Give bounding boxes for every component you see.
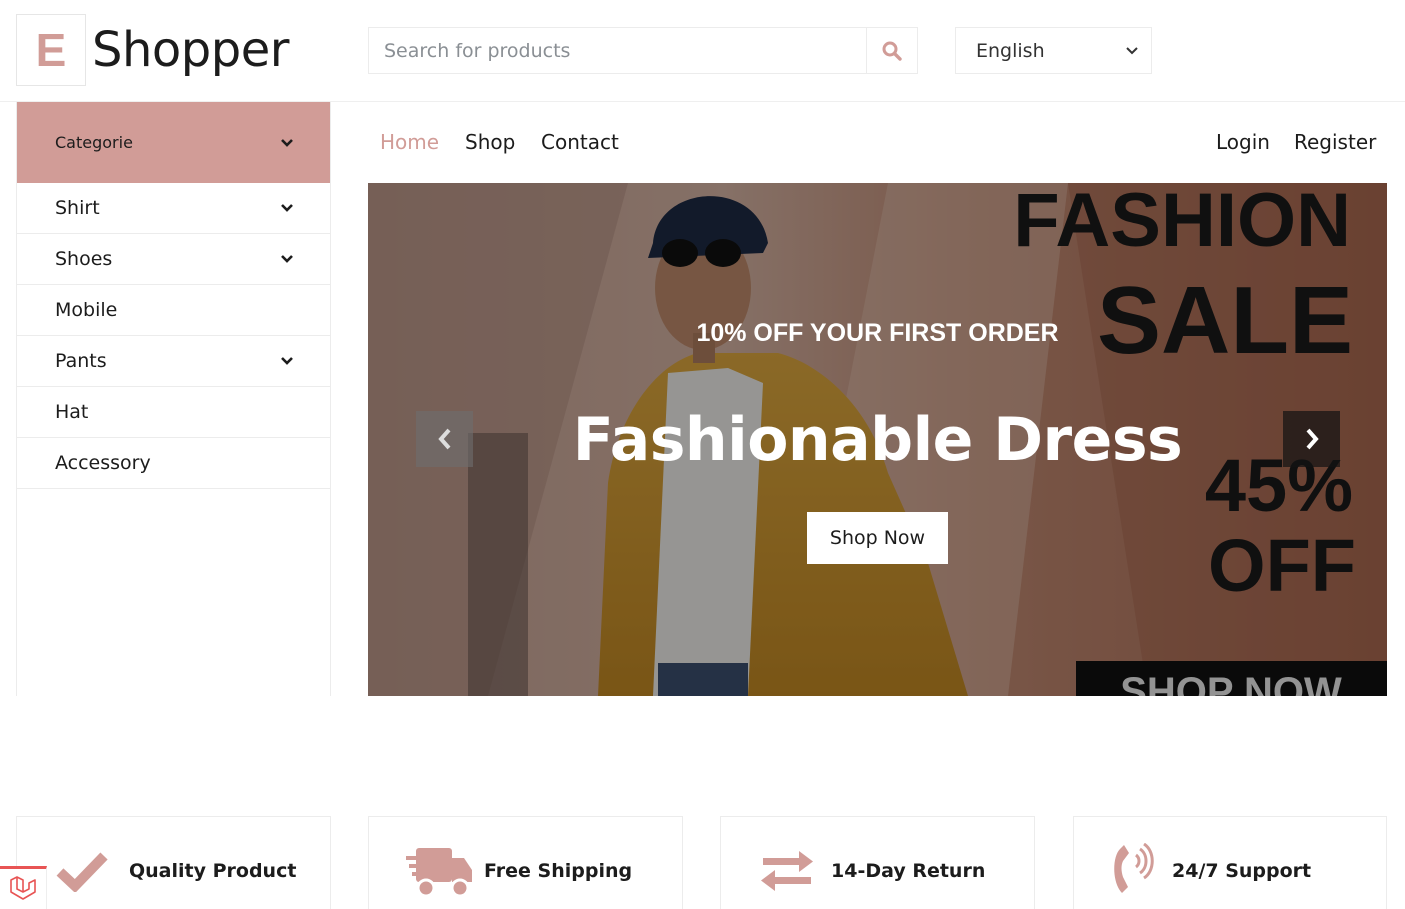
chevron-down-icon — [281, 357, 293, 365]
category-item-shoes[interactable]: Shoes — [17, 234, 330, 285]
category-item-label: Shoes — [55, 248, 113, 270]
chevron-down-icon — [1126, 46, 1138, 54]
logo-letter: E — [35, 24, 67, 76]
feature-shipping: Free Shipping — [368, 816, 683, 909]
hero-caption: 10% OFF YOUR FIRST ORDER Fashionable Dre… — [368, 183, 1387, 696]
category-item-hat[interactable]: Hat — [17, 387, 330, 438]
search-button[interactable] — [866, 28, 917, 73]
feature-label: Quality Product — [129, 860, 297, 882]
chevron-down-icon — [281, 204, 293, 212]
category-item-accessory[interactable]: Accessory — [17, 438, 330, 489]
category-item-mobile[interactable]: Mobile — [17, 285, 330, 336]
category-item-label: Shirt — [55, 197, 100, 219]
search-input[interactable] — [369, 28, 866, 73]
carousel-prev-button[interactable] — [416, 411, 473, 467]
language-select[interactable]: English — [955, 27, 1152, 74]
laravel-badge[interactable] — [0, 866, 47, 909]
chevron-down-icon — [281, 255, 293, 263]
category-toggle[interactable]: Categorie — [17, 102, 330, 183]
hero-title: Fashionable Dress — [572, 405, 1183, 475]
phone-volume-icon — [1114, 843, 1154, 893]
check-icon — [56, 852, 108, 892]
chevron-down-icon — [281, 138, 293, 147]
category-item-label: Hat — [55, 401, 89, 423]
category-sidebar: Categorie Shirt Shoes Mobile Pants Hat A… — [16, 102, 331, 696]
site-logo[interactable]: E Shopper — [16, 14, 289, 86]
feature-label: 14-Day Return — [831, 860, 986, 882]
category-item-pants[interactable]: Pants — [17, 336, 330, 387]
feature-support: 24/7 Support — [1073, 816, 1387, 909]
nav-login[interactable]: Login — [1216, 130, 1270, 154]
category-item-label: Pants — [55, 350, 107, 372]
feature-label: 24/7 Support — [1172, 860, 1312, 882]
laravel-icon — [10, 876, 36, 900]
carousel-next-button[interactable] — [1283, 411, 1340, 467]
chevron-right-icon — [1306, 428, 1319, 450]
feature-label: Free Shipping — [484, 860, 633, 882]
nav-register[interactable]: Register — [1294, 130, 1376, 154]
hero-carousel: FASHION SALE 45% OFF SHOP NOW 10% OFF YO… — [368, 183, 1387, 696]
shop-now-button[interactable]: Shop Now — [807, 512, 948, 564]
logo-text: Shopper — [92, 22, 289, 78]
exchange-arrows-icon — [761, 851, 813, 891]
nav-contact[interactable]: Contact — [541, 130, 619, 154]
chevron-left-icon — [437, 428, 450, 450]
language-selected: English — [976, 39, 1045, 62]
category-item-label: Mobile — [55, 299, 118, 321]
category-item-shirt[interactable]: Shirt — [17, 183, 330, 234]
search-icon — [882, 41, 902, 61]
shipping-truck-icon — [406, 848, 472, 898]
feature-return: 14-Day Return — [720, 816, 1035, 909]
category-item-label: Accessory — [55, 452, 151, 474]
nav-home[interactable]: Home — [380, 130, 439, 154]
logo-mark: E — [16, 14, 86, 86]
category-header-label: Categorie — [55, 133, 133, 152]
hero-subtitle: 10% OFF YOUR FIRST ORDER — [696, 319, 1059, 347]
nav-shop[interactable]: Shop — [465, 130, 515, 154]
search-bar — [368, 27, 918, 74]
feature-quality: Quality Product — [16, 816, 331, 909]
